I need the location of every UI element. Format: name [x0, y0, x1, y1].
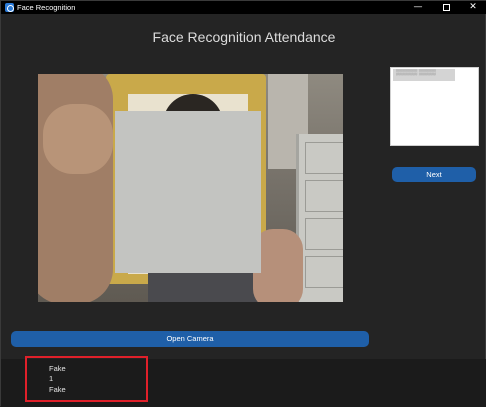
maximize-icon: [442, 4, 450, 11]
camera-drawer: [305, 256, 343, 288]
minimize-button[interactable]: —: [404, 1, 432, 14]
output-line: Fake: [49, 364, 66, 373]
recognized-name-label: ▒▒▒▒▒ ▒▒▒▒: [396, 70, 436, 76]
output-line: 1: [49, 374, 54, 383]
output-line: Fake: [49, 385, 66, 394]
recognized-name-bar: ▒▒▒▒▒ ▒▒▒▒: [393, 69, 455, 81]
maximize-button[interactable]: [432, 1, 460, 14]
camera-drawer: [305, 142, 343, 174]
open-camera-button[interactable]: Open Camera: [11, 331, 369, 347]
recognized-face-image: ▒▒▒▒▒ ▒▒▒▒: [390, 67, 479, 146]
close-button[interactable]: ✕: [459, 1, 486, 14]
camera-drawer: [305, 180, 343, 212]
app-icon: [5, 3, 14, 12]
window-title: Face Recognition: [17, 3, 76, 12]
page-title: Face Recognition Attendance: [152, 29, 336, 45]
camera-finger: [43, 104, 113, 174]
face-redaction-box: [115, 111, 261, 273]
camera-preview: [38, 74, 343, 302]
output-highlight-box: [25, 356, 148, 402]
camera-cabinet: [296, 134, 343, 302]
camera-drawer: [305, 218, 343, 250]
title-bar: Face Recognition — ✕: [1, 1, 486, 14]
next-button[interactable]: Next: [392, 167, 476, 182]
app-window: Face Recognition — ✕ Face Recognition At…: [0, 0, 486, 407]
